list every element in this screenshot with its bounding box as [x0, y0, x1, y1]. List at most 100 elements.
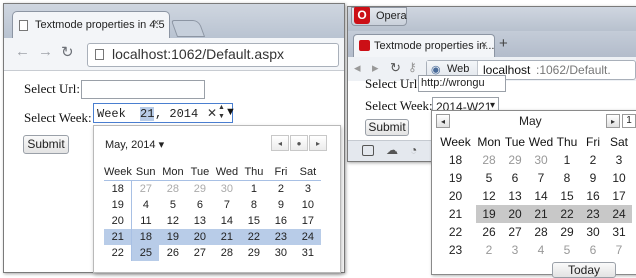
calendar-day-cell[interactable]: 5	[554, 241, 580, 259]
calendar-day-cell[interactable]: 28	[476, 151, 502, 169]
calendar-day-cell[interactable]: 27	[186, 245, 213, 261]
calendar-day-cell[interactable]: 15	[554, 187, 580, 205]
calendar-day-cell[interactable]: 27	[502, 223, 528, 241]
calendar-day-cell[interactable]: 12	[159, 213, 186, 229]
year-field[interactable]: 1	[622, 114, 636, 128]
calendar-day-cell[interactable]: 28	[528, 223, 554, 241]
week-number-cell[interactable]: 21	[104, 229, 133, 245]
calendar-day-cell[interactable]: 4	[528, 241, 554, 259]
calendar-day-cell[interactable]: 20	[502, 205, 528, 223]
calendar-day-cell[interactable]: 24	[294, 229, 322, 245]
opera-menu-button[interactable]: O Opera	[351, 7, 407, 26]
calendar-day-cell[interactable]: 15	[240, 213, 267, 229]
submit-button[interactable]: Submit	[365, 119, 409, 136]
close-tab-icon[interactable]: ×	[481, 39, 487, 51]
week-number-cell[interactable]: 21	[435, 205, 476, 223]
calendar-week-row[interactable]: 19 5 6 7 8 9 10	[435, 169, 632, 187]
calendar-day-cell[interactable]: 28	[159, 181, 186, 198]
next-month-button[interactable]: ▸	[309, 135, 327, 151]
calendar-day-cell[interactable]: 18	[131, 229, 160, 245]
panel-icon[interactable]	[362, 145, 374, 156]
calendar-day-cell[interactable]: 8	[240, 197, 267, 213]
prev-month-button[interactable]: ◂	[271, 135, 289, 151]
week-number-cell[interactable]: 23	[435, 241, 476, 259]
calendar-day-cell[interactable]: 5	[476, 169, 502, 187]
calendar-day-cell[interactable]: 2	[580, 151, 606, 169]
month-selector[interactable]: May, 2014 ▾	[105, 138, 164, 151]
close-tab-icon[interactable]: ×	[153, 17, 159, 29]
calendar-week-row[interactable]: 22 25 26 27 28 29 30 31	[104, 245, 321, 261]
calendar-week-row[interactable]: 23 2 3 4 5 6 7	[435, 241, 632, 259]
forward-icon[interactable]: ▸	[372, 60, 379, 76]
calendar-day-cell[interactable]: 14	[213, 213, 240, 229]
calendar-day-cell[interactable]: 19	[476, 205, 502, 223]
calendar-day-cell[interactable]: 7	[606, 241, 632, 259]
calendar-day-cell[interactable]: 31	[294, 245, 321, 261]
calendar-day-cell[interactable]: 20	[186, 229, 214, 245]
calendar-day-cell[interactable]: 5	[159, 197, 186, 213]
calendar-day-cell[interactable]: 30	[528, 151, 554, 169]
week-number-cell[interactable]: 20	[104, 213, 133, 229]
clear-icon[interactable]: ✕	[207, 106, 217, 120]
calendar-day-cell[interactable]: 7	[213, 197, 240, 213]
new-tab-button[interactable]	[170, 20, 206, 37]
calendar-day-cell[interactable]: 26	[159, 245, 186, 261]
week-number-cell[interactable]: 18	[104, 180, 133, 197]
calendar-day-cell[interactable]: 19	[159, 229, 187, 245]
calendar-day-cell[interactable]: 26	[476, 223, 502, 241]
calendar-day-cell[interactable]: 9	[267, 197, 294, 213]
week-input[interactable]: Week 21 , 2014 ✕ ▲ ▼ ▼	[93, 103, 236, 123]
dropdown-arrow-icon[interactable]: ▼	[225, 106, 236, 118]
week-number-cell[interactable]: 22	[435, 223, 476, 241]
calendar-day-cell[interactable]: 1	[554, 151, 580, 169]
chrome-tab[interactable]: Textmode properties in 4.5 ×	[12, 11, 170, 39]
back-icon[interactable]: ←	[15, 43, 30, 60]
calendar-day-cell[interactable]: 6	[186, 197, 213, 213]
back-icon[interactable]: ◂	[354, 60, 361, 76]
calendar-day-cell[interactable]: 29	[186, 181, 213, 198]
calendar-day-cell[interactable]: 29	[554, 223, 580, 241]
cloud-icon[interactable]: ☁	[386, 143, 398, 157]
calendar-day-cell[interactable]: 17	[606, 187, 632, 205]
week-number-cell[interactable]: 20	[435, 187, 476, 205]
url-input[interactable]: http://wrongu	[418, 75, 506, 92]
calendar-day-cell[interactable]: 4	[132, 197, 160, 213]
today-button[interactable]: ●	[290, 135, 308, 151]
calendar-week-row[interactable]: 20 11 12 13 14 15 16 17	[104, 213, 321, 229]
calendar-day-cell[interactable]: 29	[502, 151, 528, 169]
calendar-day-cell[interactable]: 23	[267, 229, 295, 245]
calendar-day-cell[interactable]: 8	[554, 169, 580, 187]
calendar-week-row[interactable]: 21 19 20 21 22 23 24	[435, 205, 632, 223]
week-number-segment[interactable]: 21	[140, 107, 155, 121]
week-number-cell[interactable]: 19	[104, 197, 133, 213]
address-bar[interactable]: localhost:1062/Default.aspx	[87, 43, 339, 67]
calendar-day-cell[interactable]: 28	[213, 245, 240, 261]
spin-down-icon[interactable]: ▼	[218, 113, 225, 121]
forward-icon[interactable]: →	[38, 43, 53, 60]
calendar-day-cell[interactable]: 30	[213, 181, 240, 198]
calendar-week-row[interactable]: 18 27 28 29 30 1 2 3	[104, 180, 321, 198]
calendar-week-row[interactable]: 21 18 19 20 21 22 23 24	[104, 229, 322, 245]
opera-tab[interactable]: Textmode properties in... ×	[353, 34, 495, 58]
calendar-day-cell[interactable]: 21	[528, 205, 554, 223]
week-number-cell[interactable]: 19	[435, 169, 476, 187]
calendar-week-row[interactable]: 18 28 29 30 1 2 3	[435, 151, 632, 169]
calendar-day-cell[interactable]: 13	[502, 187, 528, 205]
calendar-day-cell[interactable]: 3	[502, 241, 528, 259]
calendar-day-cell[interactable]: 25	[131, 245, 160, 261]
reload-icon[interactable]: ↻	[390, 60, 401, 76]
calendar-day-cell[interactable]: 13	[186, 213, 213, 229]
calendar-day-cell[interactable]: 1	[240, 181, 267, 198]
spin-up-icon[interactable]: ▲	[218, 104, 225, 112]
calendar-day-cell[interactable]: 10	[606, 169, 632, 187]
today-button[interactable]: Today	[552, 262, 616, 278]
calendar-day-cell[interactable]: 14	[528, 187, 554, 205]
calendar-day-cell[interactable]: 6	[580, 241, 606, 259]
calendar-day-cell[interactable]: 22	[554, 205, 580, 223]
calendar-day-cell[interactable]: 29	[240, 245, 267, 261]
calendar-day-cell[interactable]: 16	[267, 213, 294, 229]
next-month-button[interactable]: ▸	[606, 114, 620, 128]
prev-month-button[interactable]: ◂	[436, 114, 450, 128]
key-icon[interactable]: ⚷	[408, 60, 417, 74]
calendar-day-cell[interactable]: 3	[606, 151, 632, 169]
